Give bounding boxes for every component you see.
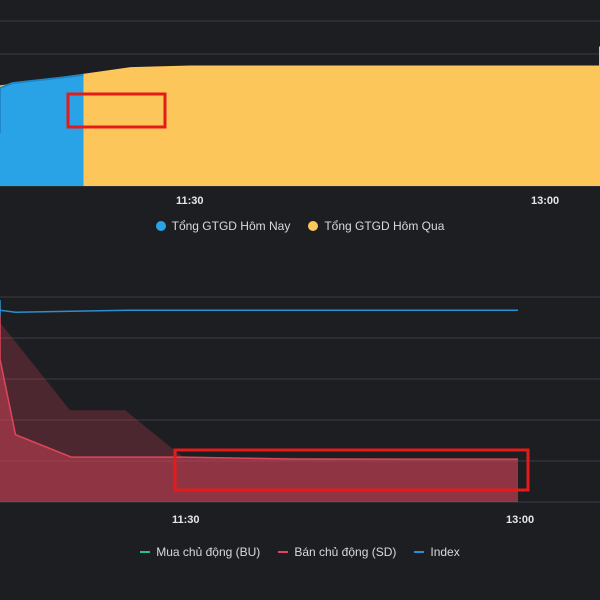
legend-swatch-index: [414, 551, 425, 553]
legend-label-index: Index: [430, 545, 460, 559]
top-legend: Tổng GTGD Hôm Nay Tổng GTGD Hôm Qua: [0, 219, 600, 233]
legend-dot-today: [155, 221, 166, 231]
top-x-tick-1300: 13:00: [531, 195, 559, 207]
legend-label-sd: Bán chủ động (SD): [294, 545, 397, 559]
bottom-area-sd-shade: [0, 322, 518, 502]
legend-item-today[interactable]: Tổng GTGD Hôm Nay: [155, 219, 291, 233]
top-chart-svg: 11:30 13:00: [0, 20, 600, 207]
bottom-x-tick-1130: 11:30: [172, 514, 200, 526]
bottom-line-index: [0, 300, 518, 317]
legend-item-sd[interactable]: Bán chủ động (SD): [278, 545, 396, 559]
legend-item-yesterday[interactable]: Tổng GTGD Hôm Qua: [308, 219, 444, 233]
bottom-chart-panel: 11:30 13:00 Mua chủ động (BU) Bán chủ độ…: [0, 270, 600, 600]
legend-item-bu[interactable]: Mua chủ động (BU): [140, 545, 260, 559]
legend-label-bu: Mua chủ động (BU): [156, 545, 261, 559]
legend-item-index[interactable]: Index: [414, 545, 460, 559]
bottom-x-tick-1300: 13:00: [506, 514, 534, 526]
legend-swatch-sd: [278, 551, 289, 553]
top-chart-panel: 11:30 13:00 Tổng GTGD Hôm Nay Tổng GTGD …: [0, 0, 600, 250]
legend-label-yesterday: Tổng GTGD Hôm Qua: [324, 219, 445, 233]
legend-swatch-bu: [140, 551, 151, 553]
top-area-today: [0, 74, 84, 186]
top-x-tick-1130: 11:30: [176, 195, 204, 207]
legend-dot-yesterday: [308, 221, 319, 231]
legend-label-today: Tổng GTGD Hôm Nay: [171, 219, 291, 233]
bottom-series-group: [0, 300, 518, 502]
top-series-group: [0, 46, 600, 187]
bottom-legend: Mua chủ động (BU) Bán chủ động (SD) Inde…: [0, 545, 600, 559]
